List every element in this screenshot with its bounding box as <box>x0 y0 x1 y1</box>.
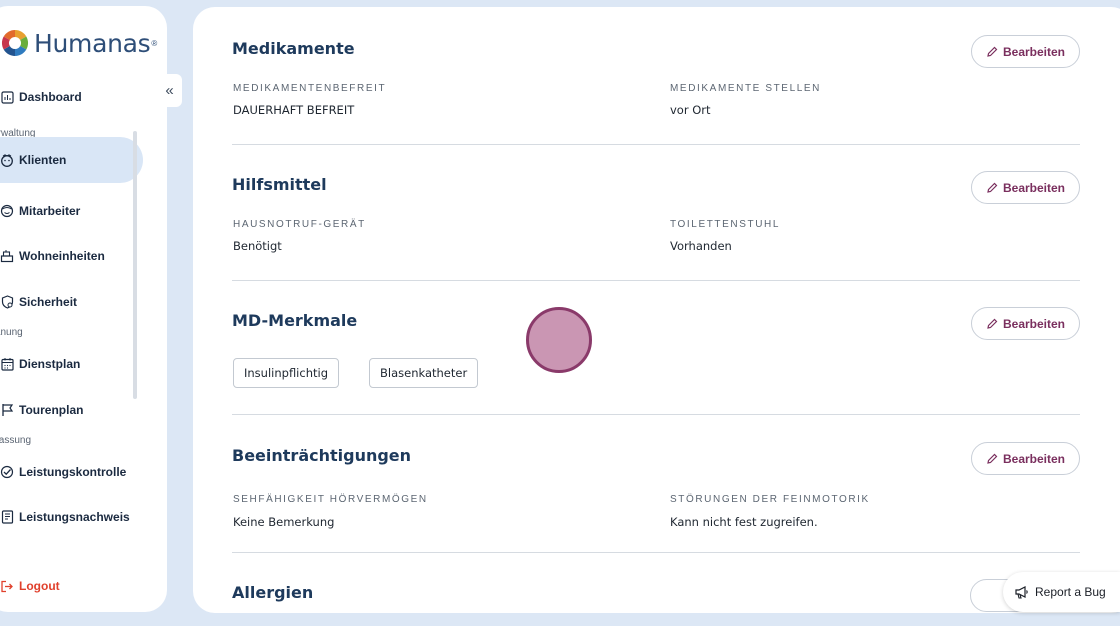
section-hilfsmittel: Hilfsmittel Bearbeiten HAUSNOTRUF-GERÄT … <box>232 171 1080 253</box>
main-panel: Medikamente Bearbeiten MEDIKAMENTENBEFRE… <box>193 7 1120 613</box>
logo-registered: ® <box>151 38 158 48</box>
section-title: MD-Merkmale <box>232 311 358 330</box>
section-beeintraechtigungen: Beeinträchtigungen Bearbeiten SEHFÄHIGKE… <box>232 442 1080 533</box>
logo[interactable]: Humanas ® <box>0 28 157 58</box>
calendar-icon <box>0 357 14 371</box>
megaphone-icon <box>1015 586 1028 599</box>
edit-hilfsmittel-button[interactable]: Bearbeiten <box>971 171 1080 204</box>
sidebar-item-dienstplan[interactable]: Dienstplan <box>0 341 80 387</box>
edit-label: Bearbeiten <box>1002 451 1066 466</box>
sidebar-item-label: Dienstplan <box>19 357 81 371</box>
shield-icon <box>0 295 14 309</box>
sidebar-item-mitarbeiter[interactable]: Mitarbeiter <box>0 188 80 234</box>
double-chevron-left-icon: « <box>165 82 174 99</box>
sidebar-item-dashboard[interactable]: Dashboard <box>0 74 82 120</box>
sidebar-item-leistungsnachweis[interactable]: Leistungsnachweis <box>0 494 130 540</box>
logo-icon <box>1 29 29 57</box>
section-allergien: Allergien <box>232 579 1080 613</box>
section-title: Hilfsmittel <box>232 175 327 194</box>
section-md-merkmale: MD-Merkmale Bearbeiten Insulinpflichtig … <box>232 307 1080 389</box>
field-value: vor Ort <box>670 103 711 117</box>
divider <box>232 280 1080 281</box>
report-bug-label: Report a Bug <box>1035 585 1106 599</box>
field-label: SEHFÄHIGKEIT HÖRVERMÖGEN <box>233 494 428 505</box>
mitarbeiter-icon <box>0 204 14 218</box>
flag-icon <box>0 403 14 417</box>
sidebar-item-sicherheit[interactable]: Sicherheit <box>0 279 77 325</box>
section-label-planung: Planung <box>0 327 23 338</box>
sidebar-item-label: Klienten <box>19 153 67 167</box>
collapse-sidebar-button[interactable]: « <box>157 74 182 107</box>
divider <box>232 552 1080 553</box>
pencil-icon <box>986 318 998 330</box>
edit-medikamente-button[interactable]: Bearbeiten <box>971 35 1080 68</box>
report-bug-button[interactable]: Report a Bug <box>1003 572 1120 612</box>
section-label-erfassung: Erfassung <box>0 435 32 446</box>
edit-md-merkmale-button[interactable]: Bearbeiten <box>971 307 1080 340</box>
sidebar-item-label: Tourenplan <box>19 403 84 417</box>
document-list-icon <box>0 510 14 524</box>
field-value: Vorhanden <box>670 239 732 253</box>
field-label: HAUSNOTRUF-GERÄT <box>233 219 366 230</box>
edit-label: Bearbeiten <box>1002 180 1066 195</box>
field-label: MEDIKAMENTENBEFREIT <box>233 83 387 94</box>
section-medikamente: Medikamente Bearbeiten MEDIKAMENTENBEFRE… <box>232 35 1080 117</box>
logout-label: Logout <box>19 579 60 593</box>
sidebar-item-label: Dashboard <box>19 90 82 104</box>
section-title: Medikamente <box>232 39 355 58</box>
touch-indicator <box>526 307 592 373</box>
sidebar-item-label: Leistungsnachweis <box>19 510 130 524</box>
field-value: Keine Bemerkung <box>233 515 335 529</box>
logout-icon <box>0 579 14 593</box>
field-value: Kann nicht fest zugreifen. <box>670 515 818 529</box>
sidebar: Humanas ® Dashboard Verwaltung Klienten … <box>0 6 167 612</box>
wohneinheiten-icon <box>0 249 14 263</box>
sidebar-scrollbar[interactable] <box>133 131 137 399</box>
pencil-icon <box>986 46 998 58</box>
field-value: Benötigt <box>233 239 282 253</box>
field-label: STÖRUNGEN DER FEINMOTORIK <box>670 494 870 505</box>
sidebar-item-tourenplan[interactable]: Tourenplan <box>0 387 83 433</box>
divider <box>232 144 1080 145</box>
tag-insulinpflichtig: Insulinpflichtig <box>233 358 339 388</box>
klienten-icon <box>0 153 14 167</box>
divider <box>232 414 1080 415</box>
field-value: DAUERHAFT BEFREIT <box>233 103 355 117</box>
dashboard-icon <box>0 90 14 104</box>
field-label: MEDIKAMENTE STELLEN <box>670 83 821 94</box>
pencil-icon <box>986 453 998 465</box>
section-title: Beeinträchtigungen <box>232 446 412 465</box>
logout-button[interactable]: Logout <box>0 563 60 609</box>
sidebar-item-label: Mitarbeiter <box>19 204 81 218</box>
edit-label: Bearbeiten <box>1002 316 1066 331</box>
tag-blasenkatheter: Blasenkatheter <box>369 358 479 388</box>
sidebar-item-label: Sicherheit <box>19 295 78 309</box>
sidebar-item-klienten[interactable]: Klienten <box>0 137 143 183</box>
sidebar-item-label: Leistungskontrolle <box>19 465 127 479</box>
sidebar-item-wohneinheiten[interactable]: Wohneinheiten <box>0 233 105 279</box>
check-circle-icon <box>0 465 14 479</box>
sidebar-item-label: Wohneinheiten <box>19 249 105 263</box>
edit-label: Bearbeiten <box>1002 44 1066 59</box>
logo-text: Humanas <box>34 28 151 58</box>
section-title: Allergien <box>232 583 314 602</box>
sidebar-item-leistungskontrolle[interactable]: Leistungskontrolle <box>0 449 126 495</box>
field-label: TOILETTENSTUHL <box>670 219 781 230</box>
edit-beeintraechtigungen-button[interactable]: Bearbeiten <box>971 442 1080 475</box>
pencil-icon <box>986 182 998 194</box>
